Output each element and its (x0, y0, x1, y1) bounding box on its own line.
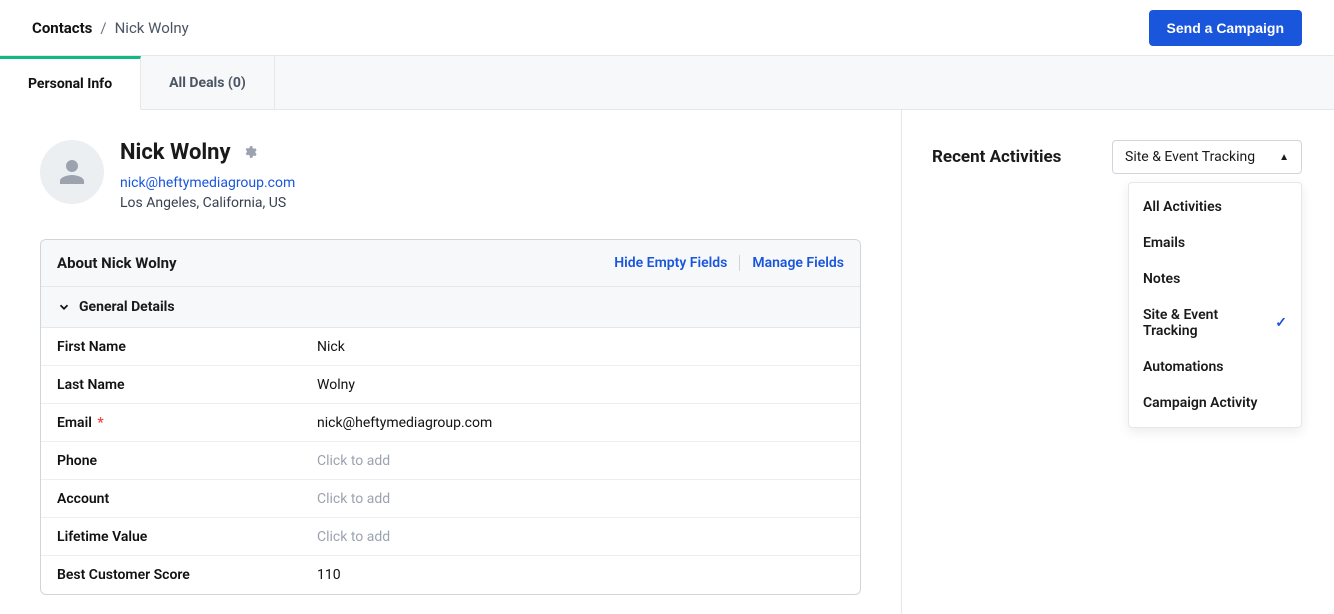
breadcrumb-current: Nick Wolny (115, 19, 189, 37)
field-row[interactable]: Last NameWolny (41, 366, 860, 404)
field-label: Email * (57, 415, 317, 431)
top-bar: Contacts / Nick Wolny Send a Campaign (0, 0, 1334, 56)
field-row[interactable]: PhoneClick to add (41, 442, 860, 480)
dropdown-item-label: Automations (1143, 359, 1224, 375)
right-column: Recent Activities Site & Event Tracking … (902, 110, 1334, 614)
dropdown-item-label: All Activities (1143, 199, 1222, 215)
chevron-down-icon (57, 300, 71, 314)
field-row[interactable]: Best Customer Score110 (41, 556, 860, 594)
dropdown-item-label: Campaign Activity (1143, 395, 1257, 411)
required-asterisk: * (94, 415, 104, 431)
send-campaign-button[interactable]: Send a Campaign (1149, 10, 1302, 46)
check-icon: ✓ (1275, 315, 1287, 331)
person-icon (54, 154, 90, 190)
divider (739, 255, 740, 271)
field-value[interactable]: Nick (317, 339, 345, 355)
tab-personal-info[interactable]: Personal Info (0, 56, 141, 110)
dropdown-item-label: Site & Event Tracking (1143, 307, 1275, 339)
main-content: Nick Wolny nick@heftymediagroup.com Los … (0, 110, 1334, 614)
section-label: General Details (79, 299, 175, 315)
about-title: About Nick Wolny (57, 254, 177, 272)
tab-all-deals[interactable]: All Deals (0) (141, 56, 275, 109)
recent-activities-title: Recent Activities (932, 147, 1061, 167)
field-value[interactable]: Click to add (317, 529, 390, 545)
contact-location: Los Angeles, California, US (120, 195, 295, 211)
gear-icon[interactable] (243, 145, 257, 159)
contact-name: Nick Wolny (120, 140, 231, 165)
about-card-header: About Nick Wolny Hide Empty Fields Manag… (41, 240, 860, 287)
selected-filter-label: Site & Event Tracking (1125, 149, 1255, 165)
dropdown-item[interactable]: All Activities (1129, 189, 1301, 225)
field-row[interactable]: AccountClick to add (41, 480, 860, 518)
field-value[interactable]: nick@heftymediagroup.com (317, 415, 492, 431)
about-card: About Nick Wolny Hide Empty Fields Manag… (40, 239, 861, 595)
field-row[interactable]: First NameNick (41, 328, 860, 366)
caret-up-icon: ▲ (1279, 152, 1289, 163)
tab-row: Personal Info All Deals (0) (0, 56, 1334, 110)
activity-filter-select[interactable]: Site & Event Tracking ▲ (1112, 140, 1302, 174)
field-row[interactable]: Lifetime ValueClick to add (41, 518, 860, 556)
breadcrumb-separator: / (100, 19, 106, 37)
dropdown-item[interactable]: Notes (1129, 261, 1301, 297)
field-value[interactable]: Click to add (317, 491, 390, 507)
dropdown-item[interactable]: Site & Event Tracking✓ (1129, 297, 1301, 349)
tab-label: All Deals (0) (169, 75, 246, 91)
dropdown-item[interactable]: Emails (1129, 225, 1301, 261)
general-details-toggle[interactable]: General Details (41, 287, 860, 328)
tab-label: Personal Info (28, 76, 112, 92)
left-column: Nick Wolny nick@heftymediagroup.com Los … (0, 110, 902, 614)
dropdown-item[interactable]: Automations (1129, 349, 1301, 385)
field-row[interactable]: Email *nick@heftymediagroup.com (41, 404, 860, 442)
about-actions: Hide Empty Fields Manage Fields (614, 255, 844, 271)
field-value[interactable]: Wolny (317, 377, 355, 393)
fields-list: First NameNickLast NameWolnyEmail *nick@… (41, 328, 860, 594)
breadcrumb-root[interactable]: Contacts (32, 19, 92, 37)
field-label: Lifetime Value (57, 529, 317, 545)
hide-empty-fields-link[interactable]: Hide Empty Fields (614, 255, 727, 271)
field-value[interactable]: 110 (317, 567, 341, 583)
profile-header: Nick Wolny nick@heftymediagroup.com Los … (40, 140, 861, 211)
field-label: Best Customer Score (57, 567, 317, 583)
recent-activities-header: Recent Activities Site & Event Tracking … (932, 140, 1302, 174)
field-label: First Name (57, 339, 317, 355)
manage-fields-link[interactable]: Manage Fields (752, 255, 844, 271)
activity-filter-dropdown: All Activities Emails Notes Site & Event Tr… (1128, 182, 1302, 428)
field-label: Last Name (57, 377, 317, 393)
dropdown-item-label: Notes (1143, 271, 1180, 287)
avatar (40, 140, 104, 204)
dropdown-item-label: Emails (1143, 235, 1185, 251)
field-label: Account (57, 491, 317, 507)
breadcrumb: Contacts / Nick Wolny (32, 19, 189, 37)
dropdown-item[interactable]: Campaign Activity (1129, 385, 1301, 421)
contact-email-link[interactable]: nick@heftymediagroup.com (120, 175, 295, 191)
profile-meta: Nick Wolny nick@heftymediagroup.com Los … (120, 140, 295, 211)
field-label: Phone (57, 453, 317, 469)
field-value[interactable]: Click to add (317, 453, 390, 469)
